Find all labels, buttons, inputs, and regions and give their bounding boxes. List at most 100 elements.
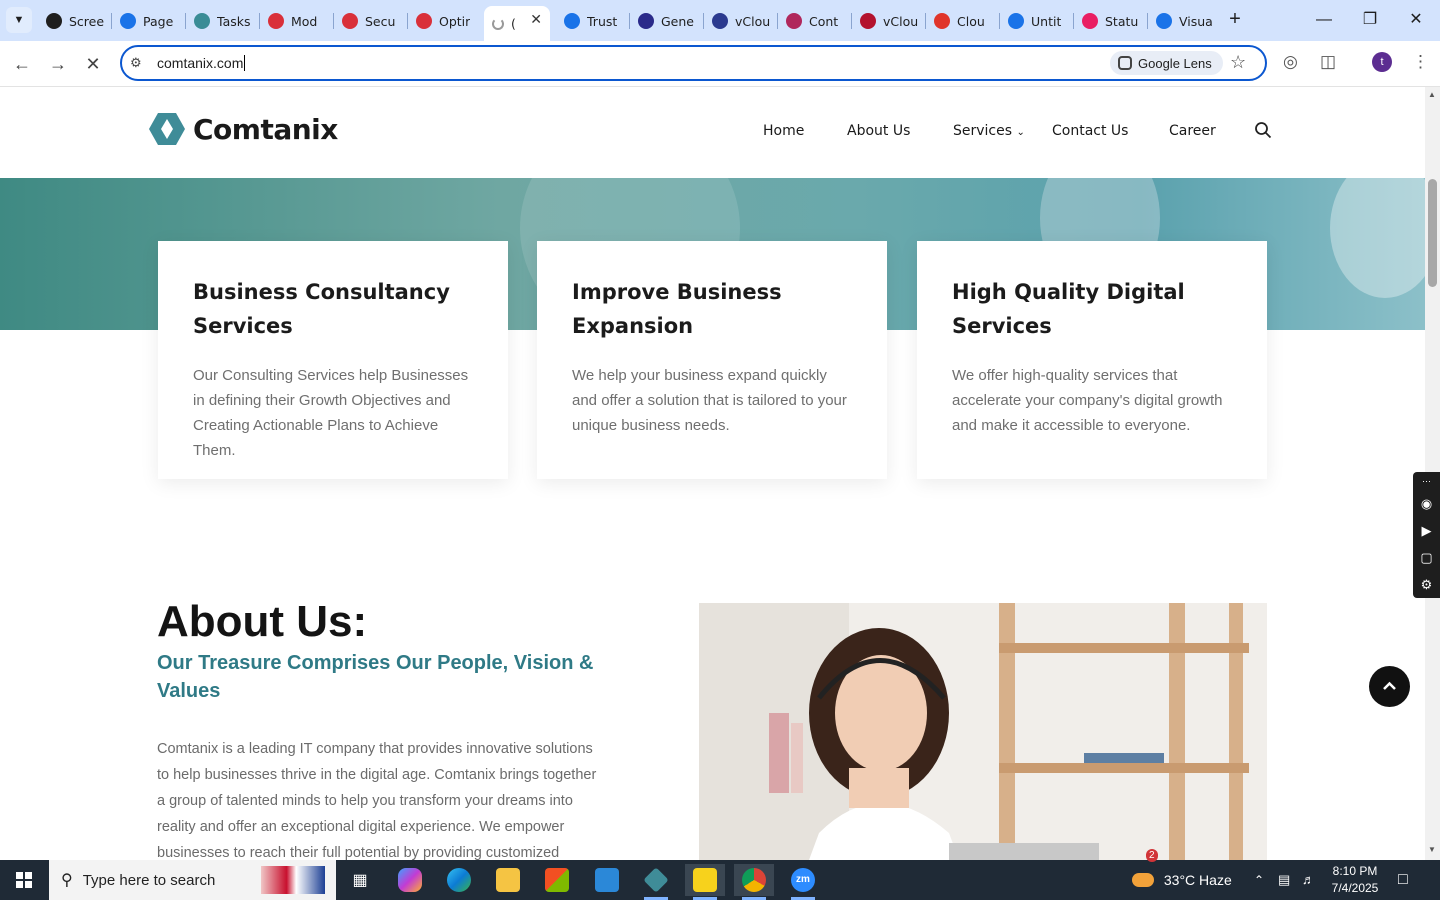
close-window-button[interactable]: ✕ <box>1393 6 1439 34</box>
sticky-notes-icon <box>693 868 717 892</box>
address-bar[interactable]: ⚙ comtanix.com Google Lens ☆ <box>120 45 1267 81</box>
translate-icon[interactable]: ◎ <box>1283 52 1298 72</box>
chevron-down-icon: ⌄ <box>1016 127 1025 138</box>
browser-tab[interactable]: Visua <box>1148 6 1220 36</box>
browser-tab[interactable]: Statu <box>1074 6 1146 36</box>
service-card-digital[interactable]: High Quality Digital Services We offer h… <box>917 241 1267 479</box>
stop-loading-button[interactable]: ✕ <box>79 50 107 78</box>
search-icon[interactable] <box>1254 121 1272 139</box>
browser-tab[interactable]: Scree <box>38 6 110 36</box>
check-icon <box>712 13 728 29</box>
google-lens-button[interactable]: Google Lens <box>1110 51 1223 75</box>
shield-red-icon <box>416 13 432 29</box>
taskbar-search-placeholder: Type here to search <box>82 871 216 889</box>
browser-tab[interactable]: Optir <box>408 6 480 36</box>
zoom-button[interactable]: zm <box>783 864 823 900</box>
url-text[interactable]: comtanix.com <box>157 55 243 71</box>
nav-home[interactable]: Home <box>763 123 804 139</box>
star-icon <box>1082 13 1098 29</box>
weather-alert-badge: 2 <box>1146 849 1158 862</box>
comtanix-app-button[interactable] <box>636 864 676 900</box>
restore-button[interactable]: ❐ <box>1347 6 1393 34</box>
comtanix-icon <box>194 13 210 29</box>
browser-tab[interactable]: vClou <box>704 6 776 36</box>
nav-career[interactable]: Career <box>1169 123 1216 139</box>
notification-center-icon[interactable]: □ <box>1398 860 1408 900</box>
system-clock[interactable]: 8:10 PM 7/4/2025 <box>1322 863 1388 897</box>
chevron-down-icon: ▼ <box>13 14 25 26</box>
comtanix-icon <box>643 867 669 893</box>
weather-widget[interactable]: 2 33°C Haze <box>1132 849 1232 900</box>
browser-tab[interactable]: Trust <box>556 6 628 36</box>
browser-tab[interactable]: vClou <box>852 6 924 36</box>
chrome-icon <box>742 868 766 892</box>
sticky-notes-button[interactable] <box>685 864 725 900</box>
nav-contact-us[interactable]: Contact Us <box>1052 123 1128 139</box>
browser-tab[interactable]: Untit <box>1000 6 1072 36</box>
about-heading: About Us: <box>157 597 368 646</box>
nav-services[interactable]: Services ⌄ <box>953 123 1025 139</box>
doc-icon <box>1008 13 1024 29</box>
copilot-button[interactable] <box>390 864 430 896</box>
more-menu-icon[interactable]: ⋮ <box>1412 52 1429 72</box>
profile-avatar[interactable]: t <box>1372 52 1392 72</box>
mail-button[interactable] <box>587 864 627 896</box>
browser-tab[interactable]: Page <box>112 6 184 36</box>
minimize-button[interactable]: — <box>1301 6 1347 34</box>
extensions-icon[interactable]: ◫ <box>1320 52 1336 72</box>
store-button[interactable] <box>537 864 577 896</box>
camera-icon[interactable]: ◉ <box>1413 490 1440 517</box>
tab-title: Statu <box>1105 13 1139 29</box>
lens-label: Google Lens <box>1138 55 1212 71</box>
task-view-button[interactable]: ▦ <box>340 864 380 896</box>
card-text: We offer high-quality services that acce… <box>952 367 1223 434</box>
browser-tab[interactable]: Gene <box>630 6 702 36</box>
weather-text: 33°C Haze <box>1163 872 1232 888</box>
chrome-button[interactable] <box>734 864 774 900</box>
service-card-consultancy[interactable]: Business Consultancy Services Our Consul… <box>158 241 508 479</box>
weather-icon <box>1132 873 1154 887</box>
lens-icon <box>1118 56 1132 70</box>
show-hidden-icons-button[interactable]: ⌃ <box>1254 860 1264 900</box>
video-camera-icon[interactable]: ▶ <box>1413 517 1440 544</box>
pin-icon[interactable]: ⋯ <box>1413 472 1440 490</box>
browser-tab[interactable]: Tasks <box>186 6 258 36</box>
v-icon <box>860 13 876 29</box>
tab-title: vClou <box>883 13 919 29</box>
site-logo[interactable]: Comtanix <box>149 111 338 147</box>
start-button[interactable] <box>0 860 48 900</box>
scrollbar-thumb[interactable] <box>1428 179 1437 287</box>
network-icon[interactable]: ▤ <box>1278 860 1290 900</box>
task-view-icon: ▦ <box>352 872 368 889</box>
scroll-up-icon[interactable]: ▲ <box>1428 90 1436 99</box>
back-button[interactable]: ← <box>8 50 36 78</box>
nav-about-us[interactable]: About Us <box>847 123 910 139</box>
tab-search-button[interactable]: ▼ <box>6 7 32 33</box>
window-icon[interactable]: ▢ <box>1413 544 1440 571</box>
browser-tab[interactable]: Cont <box>778 6 850 36</box>
volume-icon[interactable]: ♬ <box>1302 860 1315 900</box>
new-tab-button[interactable]: + <box>1224 8 1246 30</box>
web-page: Comtanix Home About Us Services ⌄ Contac… <box>0 87 1425 860</box>
close-tab-icon[interactable]: ✕ <box>530 12 542 28</box>
browser-tab[interactable]: Mod <box>260 6 332 36</box>
site-info-icon[interactable]: ⚙ <box>130 55 142 71</box>
scroll-down-icon[interactable]: ▼ <box>1428 845 1436 854</box>
file-explorer-button[interactable] <box>488 864 528 896</box>
taskbar-search-box[interactable]: ⚲ Type here to search <box>49 860 336 900</box>
edge-button[interactable] <box>439 864 479 896</box>
browser-tab[interactable]: Secu <box>334 6 406 36</box>
scroll-to-top-button[interactable] <box>1369 666 1410 707</box>
browser-tab[interactable]: (✕ <box>484 6 550 41</box>
mail-icon <box>595 868 619 892</box>
forward-button[interactable]: → <box>44 50 72 78</box>
browser-tab[interactable]: Clou <box>926 6 998 36</box>
search-icon: ⚲ <box>61 872 73 889</box>
store-icon <box>545 868 569 892</box>
settings-gear-icon[interactable]: ⚙ <box>1413 571 1440 598</box>
bookmark-star-icon[interactable]: ☆ <box>1230 52 1246 73</box>
gauge-icon <box>120 13 136 29</box>
tab-strip: ▼ Scree Page Tasks Mod Secu Optir(✕ Trust Gene v… <box>0 0 1440 41</box>
service-card-expansion[interactable]: Improve Business Expansion We help your … <box>537 241 887 479</box>
clock-time: 8:10 PM <box>1332 864 1378 878</box>
